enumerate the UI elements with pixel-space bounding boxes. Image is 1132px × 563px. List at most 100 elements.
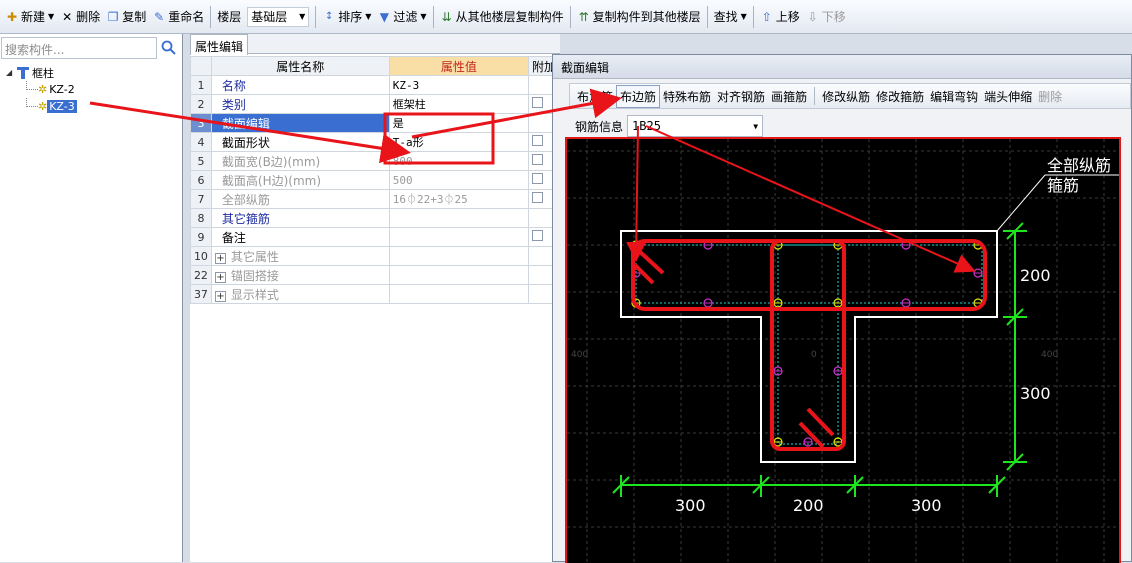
prop-value[interactable]: T-a形 [388,132,529,152]
prop-value[interactable]: 16⏀22+3⏀25 [388,189,529,209]
prop-value[interactable]: 500 [388,170,529,190]
annotation-hook [633,263,655,285]
section-toolbar: 布角筋 布边筋 特殊布筋 对齐钢筋 画箍筋 修改纵筋 修改箍筋 编辑弯钩 端头伸… [569,83,1131,109]
attach-checkbox[interactable] [531,230,543,241]
place-edge-rebar-button[interactable]: 布边筋 [616,84,661,108]
annotation-hook [806,407,835,437]
dim-label-vertical: 300 [1020,384,1051,403]
attach-checkbox[interactable] [531,173,543,184]
table-row[interactable]: 5 截面宽(B边)(mm) 800 [190,151,561,171]
edit-hook-button[interactable]: 编辑弯钩 [927,86,981,107]
dim-label-horizontal: 200 [793,496,824,515]
dim-label-vertical: 200 [1020,266,1051,285]
table-row[interactable]: 6 截面高(H边)(mm) 500 [190,170,561,190]
modify-stirrup-button[interactable]: 修改箍筋 [873,86,927,107]
prop-name: 截面宽(B边)(mm) [210,151,390,171]
table-row-group[interactable]: 37 + 显示样式 [190,284,561,304]
axis-label-center: 0 [811,350,817,360]
prop-name: 截面编辑 [210,113,390,133]
prop-name: 类别 [210,94,390,114]
component-tree-pane: 搜索构件... ◢ 框柱 ✲ KZ-2 ✲ KZ-3 [0,34,183,562]
table-row[interactable]: 7 全部纵筋 16⏀22+3⏀25 [190,189,561,209]
floor-select[interactable]: 基础层 ▼ [247,6,310,27]
prop-value[interactable]: 800 [388,151,529,171]
table-row-selected[interactable]: 3 截面编辑 是 [190,113,561,133]
toolbar-separator [569,5,571,28]
column-item-icon: ✲ [38,83,48,96]
legend-all-longitudinal: 全部纵筋 [1047,156,1111,175]
rebar-info-select[interactable]: 1B25 ▼ [627,115,764,137]
toolbar-separator [706,5,708,28]
tree-item-selected[interactable]: ✲ KZ-3 [6,98,77,115]
table-row[interactable]: 8 其它箍筋 [190,208,561,228]
place-corner-rebar-button[interactable]: 布角筋 [574,86,616,107]
delete-button[interactable]: ✕ 删除 [57,5,103,29]
table-row[interactable]: 4 截面形状 T-a形 [190,132,561,152]
collapse-icon[interactable]: ◢ [6,68,16,77]
move-down-button[interactable]: ⇩ 下移 [803,5,849,29]
tab-property-edit[interactable]: 属性编辑 [190,34,248,55]
filter-button[interactable]: ▼ 过滤 ▼ [374,5,429,29]
table-row[interactable]: 1 名称 KZ-3 [190,75,561,95]
annotation-hook [637,249,665,275]
copy-to-floor-button[interactable]: ⇈ 复制构件到其他楼层 [574,5,704,29]
prop-value[interactable]: 是 [388,113,529,133]
attach-checkbox[interactable] [531,97,543,108]
prop-value[interactable]: KZ-3 [388,75,529,95]
tree-root-label: 框柱 [32,66,54,80]
tree-root[interactable]: ◢ 框柱 [6,64,77,81]
row-num: 5 [190,151,212,171]
row-num: 3 [190,113,212,133]
axis-label-right: 400 [1041,350,1058,360]
find-button[interactable]: 查找 ▼ [711,5,750,29]
prop-value [388,265,529,285]
prop-name: 名称 [210,75,390,95]
toolbar-separator [752,5,754,28]
rename-button[interactable]: ✎ 重命名 [149,5,207,29]
copy-button[interactable]: ❐ 复制 [103,5,149,29]
draw-stirrup-button[interactable]: 画箍筋 [768,86,810,107]
annotation-rect [631,239,987,311]
new-icon: ✚ [6,9,18,24]
attach-checkbox[interactable] [531,135,543,146]
section-edit-dialog: 截面编辑 布角筋 布边筋 特殊布筋 对齐钢筋 画箍筋 修改纵筋 修改箍筋 编辑弯… [552,54,1132,563]
table-row-group[interactable]: 22 + 锚固搭接 [190,265,561,285]
table-row-group[interactable]: 10 + 其它属性 [190,246,561,266]
prop-value[interactable]: 框架柱 [388,94,529,114]
prop-value[interactable] [388,227,529,247]
row-num: 8 [190,208,212,228]
section-drawing[interactable]: 400 0 400 200 300 300 200 300 全部纵筋 箍筋 [567,139,1119,563]
table-row[interactable]: 9 备注 [190,227,561,247]
expand-icon[interactable]: + [214,252,226,264]
search-input[interactable]: 搜索构件... [1,37,157,59]
prop-value [388,246,529,266]
tree-item-label: KZ-2 [49,83,75,96]
expand-icon[interactable]: + [214,290,226,302]
copy-icon: ❐ [107,9,119,24]
expand-icon[interactable]: + [214,271,226,283]
search-icon[interactable] [160,39,178,57]
move-up-button[interactable]: ⇧ 上移 [757,5,803,29]
new-button[interactable]: ✚ 新建 ▼ [2,5,57,29]
modify-longitudinal-button[interactable]: 修改纵筋 [819,86,873,107]
row-num: 4 [190,132,212,152]
tree-item[interactable]: ✲ KZ-2 [6,81,77,98]
row-num: 37 [190,284,212,304]
copy-from-floor-button[interactable]: ⇊ 从其他楼层复制构件 [437,5,567,29]
align-rebar-button[interactable]: 对齐钢筋 [714,86,768,107]
attach-checkbox[interactable] [531,192,543,203]
section-canvas[interactable]: 400 0 400 200 300 300 200 300 全部纵筋 箍筋 [565,137,1121,563]
prop-group-label: 显示样式 [230,287,279,302]
special-rebar-button[interactable]: 特殊布筋 [660,86,714,107]
prop-value[interactable] [388,208,529,228]
delete-rebar-button[interactable]: 删除 [1035,86,1065,107]
rebar-info-value: 1B25 [632,119,661,133]
new-label: 新建 [21,10,46,24]
sort-button[interactable]: ↕ 排序 ▼ [319,5,374,29]
chevron-down-icon: ▼ [299,12,306,21]
attach-checkbox[interactable] [531,154,543,165]
table-row[interactable]: 2 类别 框架柱 [190,94,561,114]
toolbar-separator [210,5,212,28]
end-extend-button[interactable]: 端头伸缩 [981,86,1035,107]
prop-name: 其它箍筋 [210,208,390,228]
